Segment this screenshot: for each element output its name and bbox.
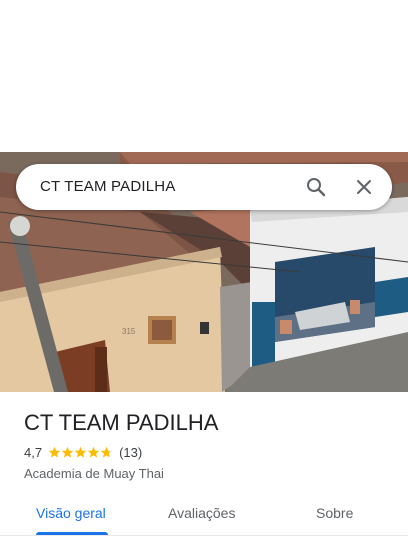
tab-about[interactable]: Sobre [316,505,353,521]
tabs-divider [0,535,408,536]
place-title: CT TEAM PADILHA [24,410,219,435]
rating-stars [48,446,113,459]
house-number-text: 315 [122,327,136,336]
star-icon [61,446,74,458]
place-category[interactable]: Academia de Muay Thai [24,466,164,481]
search-bar[interactable]: CT TEAM PADILHA [16,164,392,210]
close-icon[interactable] [354,177,374,197]
rating-value: 4,7 [24,445,43,460]
search-icon[interactable] [306,177,326,197]
review-count[interactable]: (13) [119,445,142,460]
tab-reviews[interactable]: Avaliações [168,505,235,521]
search-input[interactable]: CT TEAM PADILHA [40,178,176,195]
place-info-panel: CT TEAM PADILHA 4,7 (13) Academia de Mua… [0,392,408,544]
star-icon [48,446,61,458]
star-icon [74,446,87,458]
star-icon [100,446,113,458]
tab-overview[interactable]: Visão geral [36,505,106,521]
star-icon [87,446,100,458]
place-tabs: Visão geral Avaliações Sobre [0,502,408,542]
rating-row[interactable]: 4,7 (13) [24,445,142,460]
